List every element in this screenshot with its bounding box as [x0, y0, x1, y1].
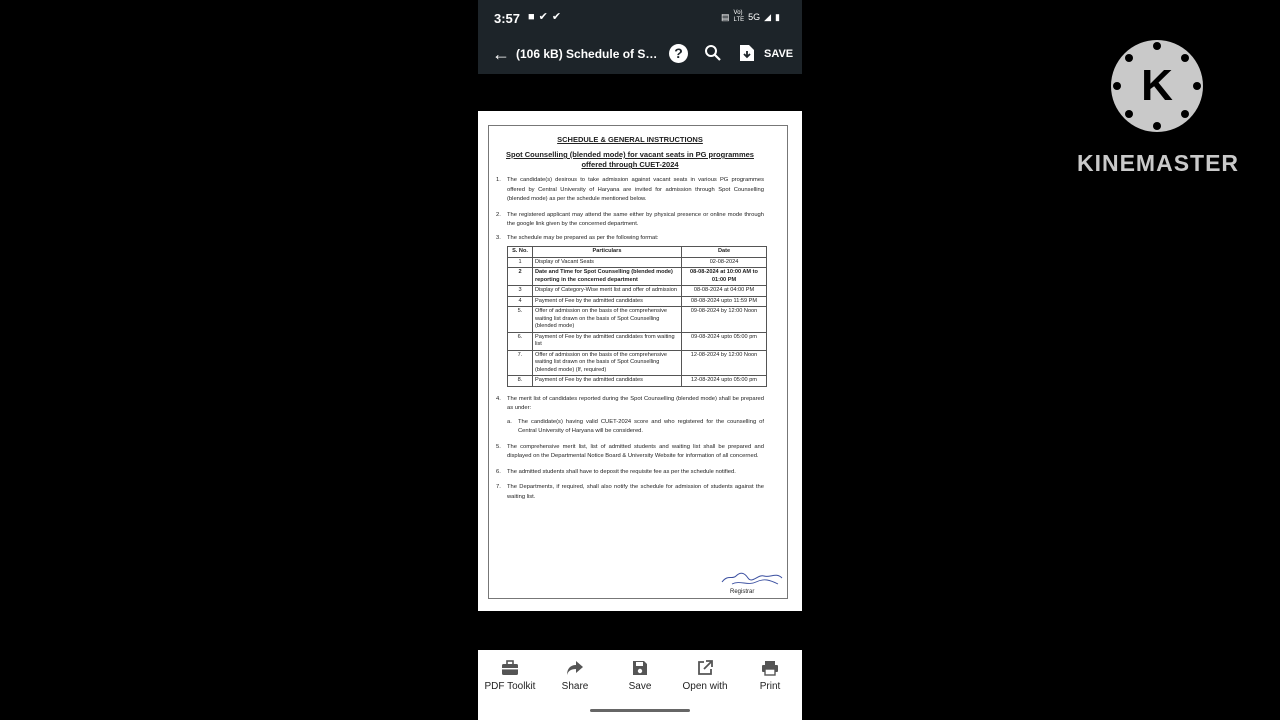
- pdf-viewer[interactable]: SCHEDULE & GENERAL INSTRUCTIONS Spot Cou…: [478, 74, 802, 650]
- status-bar: 3:57 ■✔✔ ▤ Vo) LTE 5G ◢ ▮: [478, 0, 802, 36]
- home-indicator[interactable]: [590, 709, 690, 712]
- floppy-disk-icon: [633, 661, 647, 675]
- list-item: 4. The merit list of candidates reported …: [496, 395, 764, 412]
- search-icon[interactable]: [704, 44, 722, 67]
- kinemaster-watermark: KINEMASTER: [1076, 150, 1240, 176]
- document-content: SCHEDULE & GENERAL INSTRUCTIONS Spot Cou…: [496, 135, 767, 502]
- table-header-row: S. No. Particulars Date: [507, 246, 767, 258]
- list-item: 2. The registered applicant may attend th…: [496, 211, 764, 228]
- save-button[interactable]: SAVE: [764, 48, 793, 60]
- document-title: (106 kB) Schedule of Spot C...: [516, 47, 664, 61]
- list-item: 5. The comprehensive merit list, list of …: [496, 443, 764, 460]
- table-row: 8. Payment of Fee by the admitted candida…: [507, 375, 767, 387]
- signatory-title: Registrar: [730, 589, 755, 595]
- check-icon: ✔: [538, 11, 552, 23]
- help-icon[interactable]: ?: [669, 44, 688, 63]
- list-item: 6. The admitted students shall have to de…: [496, 468, 736, 475]
- schedule-table: S. No. Particulars Date 1 Display of Vaca…: [507, 246, 767, 387]
- signature-image: [721, 572, 783, 585]
- list-item: 3. The schedule may be prepared as per th…: [496, 234, 659, 241]
- print-button[interactable]: Print: [738, 660, 802, 692]
- app-bar: ← (106 kB) Schedule of Spot C... ? SAVE: [478, 36, 802, 74]
- save-button-bottom[interactable]: Save: [608, 660, 672, 692]
- share-arrow-icon: [567, 661, 583, 675]
- bottom-toolbar: PDF Toolkit Share Save Open with Print: [478, 650, 802, 720]
- open-with-button[interactable]: Open with: [673, 660, 737, 692]
- table-row: 3 Display of Category-Wise merit list and…: [507, 285, 767, 297]
- list-item: 7. The Departments, if required, shall al…: [496, 484, 764, 500]
- check-icon: ✔: [551, 11, 566, 23]
- table-row: 7. Offer of admission on the basis of the…: [507, 349, 767, 376]
- table-row: 6. Payment of Fee by the admitted candida…: [507, 331, 767, 351]
- table-row: 1 Display of Vacant Seats 02-08-2024: [507, 256, 767, 268]
- toolbox-icon: [502, 660, 518, 675]
- video-camera-icon: ■: [528, 11, 539, 23]
- table-row: 2 Date and Time for Spot Counselling (ble…: [507, 267, 767, 286]
- doc-heading: SCHEDULE & GENERAL INSTRUCTIONS: [557, 135, 703, 144]
- open-external-icon: [698, 660, 713, 675]
- printer-icon: [762, 661, 778, 676]
- table-row: 4 Payment of Fee by the admitted candidat…: [507, 295, 767, 307]
- battery-icon: ▮: [775, 11, 780, 22]
- share-button[interactable]: Share: [543, 660, 607, 692]
- cast-icon: ▤: [721, 11, 730, 22]
- kinemaster-logo-icon: K: [1111, 40, 1203, 132]
- phone-screen: 3:57 ■✔✔ ▤ Vo) LTE 5G ◢ ▮ ← (106 kB) Sch…: [478, 0, 802, 720]
- list-subitem: a. The candidate(s) having valid CUET-202…: [507, 418, 764, 435]
- table-row: 5. Offer of admission on the basis of the…: [507, 306, 767, 333]
- back-arrow-icon[interactable]: ←: [492, 44, 510, 65]
- signal-icon: ◢: [764, 11, 772, 22]
- col-sno: S. No.: [507, 246, 533, 258]
- status-time: 3:57: [494, 11, 521, 26]
- pdf-page: SCHEDULE & GENERAL INSTRUCTIONS Spot Cou…: [478, 111, 802, 611]
- list-item: 1. The candidate(s) desirous to take admi…: [496, 177, 764, 202]
- col-date: Date: [681, 246, 767, 258]
- signal-label: 5G: [748, 12, 761, 22]
- doc-subheading: Spot Counselling (blended mode) for vaca…: [506, 150, 754, 169]
- save-file-icon[interactable]: [739, 44, 755, 67]
- pdf-toolkit-button[interactable]: PDF Toolkit: [478, 660, 542, 692]
- notification-icons: ■✔✔: [528, 10, 565, 23]
- network-label: Vo) LTE: [733, 10, 745, 23]
- svg-text:K: K: [1141, 61, 1173, 110]
- col-particulars: Particulars: [532, 246, 682, 258]
- system-icons: ▤ Vo) LTE 5G ◢ ▮: [721, 10, 780, 24]
